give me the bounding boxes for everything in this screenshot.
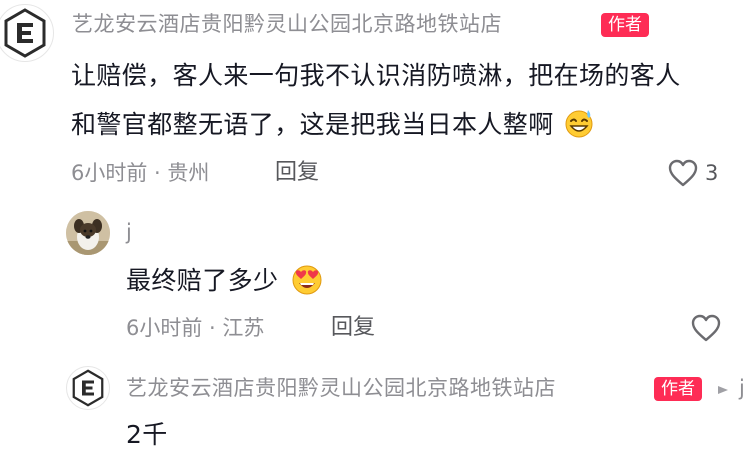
comment-author-name[interactable]: 艺龙安云酒店贵阳黔灵山公园北京路地铁站店 (72, 10, 502, 38)
reply-to-username[interactable]: j (739, 374, 745, 402)
reply-text: 最终赔了多少 (126, 262, 324, 298)
comment-time-location: 6小时前 · 贵州 (71, 161, 210, 185)
reply2-text: 2千 (126, 420, 168, 449)
dog-photo-icon (66, 211, 110, 255)
reply2-author-name[interactable]: 艺龙安云酒店贵阳黔灵山公园北京路地铁站店 (126, 374, 556, 402)
heart-eyes-emoji-icon (292, 265, 322, 295)
reply2-author-badge: 作者 (654, 377, 702, 401)
comment-like-count: 3 (705, 161, 719, 185)
reply-reply-button[interactable]: 回复 (331, 314, 375, 342)
author-badge: 作者 (601, 13, 649, 37)
hotel-logo-icon (4, 8, 46, 58)
heart-outline-icon (691, 314, 721, 342)
heart-outline-icon (668, 159, 698, 187)
reply-author-avatar[interactable] (66, 366, 110, 410)
author-avatar[interactable] (0, 4, 54, 62)
comment-text-line-1: 让赔偿，客人来一句我不认识消防喷淋，把在场的客人 (71, 61, 681, 90)
reply-like-button[interactable] (690, 313, 722, 343)
comment-reply-button[interactable]: 回复 (275, 159, 319, 187)
hotel-logo-icon (72, 369, 104, 407)
sweat-smile-emoji-icon (565, 110, 593, 138)
reply-user-avatar[interactable] (66, 211, 110, 255)
comment-thread: 艺龙安云酒店贵阳黔灵山公园北京路地铁站店 作者 让赔偿，客人来一句我不认识消防喷… (0, 0, 754, 456)
comment-text-line-2-text: 和警官都整无语了，这是把我当日本人整啊 (71, 110, 554, 139)
comment-like-button[interactable] (667, 158, 699, 188)
reply-text-content: 最终赔了多少 (126, 266, 279, 295)
reply-to-arrow-icon (712, 380, 732, 400)
comment-text-line-2: 和警官都整无语了，这是把我当日本人整啊 (71, 107, 595, 142)
reply-author-name[interactable]: j (126, 218, 132, 246)
reply-time-location: 6小时前 · 江苏 (126, 316, 265, 340)
